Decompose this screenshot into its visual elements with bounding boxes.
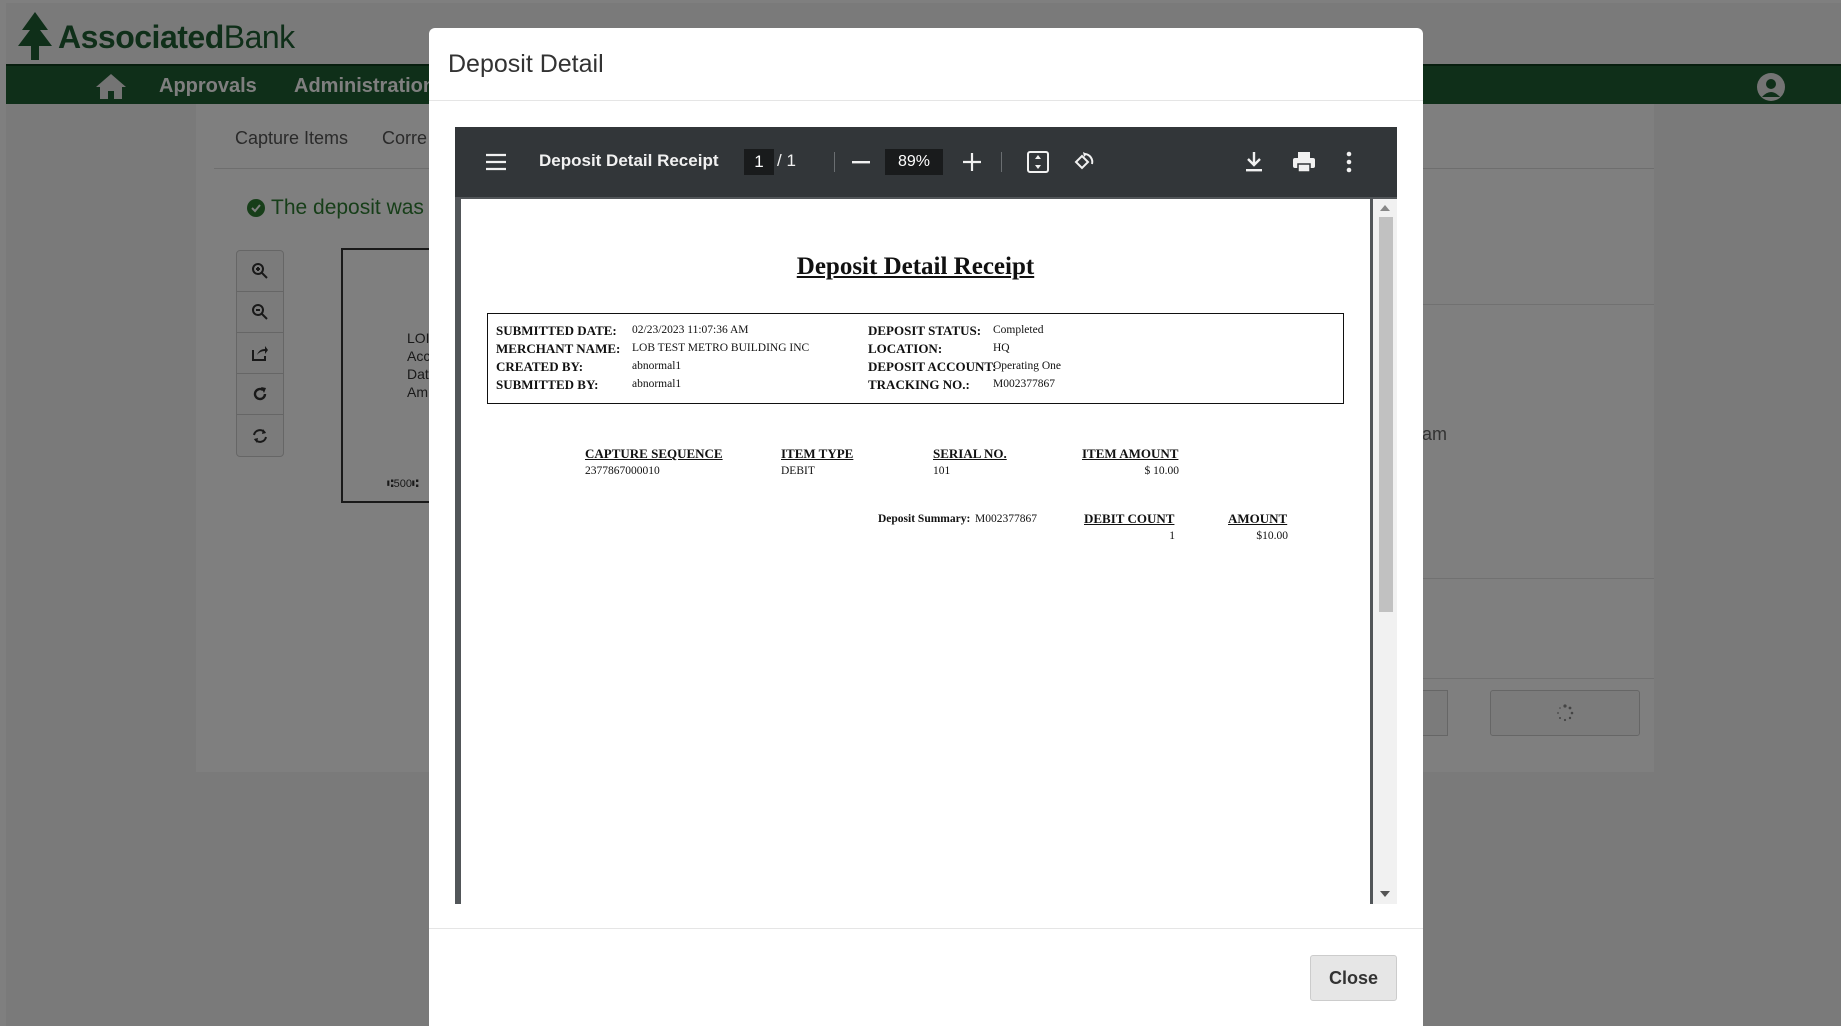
fit-page-icon[interactable] — [1027, 151, 1049, 173]
item-type: DEBIT — [781, 465, 815, 477]
zoom-in-icon[interactable] — [963, 153, 981, 171]
item-amount: $ 10.00 — [1144, 465, 1180, 477]
info-value: LOB TEST METRO BUILDING INC — [632, 342, 810, 354]
summary-tracking-no: M002377867 — [975, 513, 1037, 525]
item-sequence: 2377867000010 — [585, 465, 660, 477]
rotate-icon[interactable] — [1072, 150, 1096, 174]
modal-title: Deposit Detail — [448, 50, 604, 78]
zoom-level-input[interactable]: 89% — [885, 149, 943, 175]
print-icon[interactable] — [1292, 151, 1316, 173]
menu-icon[interactable] — [485, 153, 507, 171]
summary-column-header: DEBIT COUNT — [1084, 511, 1175, 526]
page-total: / 1 — [777, 151, 796, 170]
deposit-info-box: SUBMITTED DATE: 02/23/2023 11:07:36 AM M… — [487, 313, 1344, 404]
info-label: LOCATION: — [868, 341, 943, 356]
zoom-out-icon[interactable] — [852, 161, 870, 164]
info-value: Completed — [993, 324, 1044, 336]
info-label: CREATED BY: — [496, 359, 584, 374]
info-label: SUBMITTED DATE: — [496, 323, 617, 338]
info-label: MERCHANT NAME: — [496, 341, 621, 356]
info-value: Operating One — [993, 360, 1062, 372]
pdf-toolbar: Deposit Detail Receipt 1 / 1 89% — [455, 127, 1397, 197]
page: AssociatedBank Approvals Administration … — [0, 0, 1841, 1026]
deposit-detail-modal: Deposit Detail Deposit Detail Receipt 1 … — [429, 28, 1423, 1026]
items-column-header: ITEM TYPE — [781, 446, 854, 461]
summary-amount: $10.00 — [1256, 530, 1288, 542]
info-value: abnormal1 — [632, 360, 682, 372]
info-label: DEPOSIT STATUS: — [868, 323, 982, 338]
pdf-page: Deposit Detail Receipt SUBMITTED DATE: 0… — [461, 199, 1370, 904]
info-label: SUBMITTED BY: — [496, 377, 599, 392]
info-value: abnormal1 — [632, 378, 682, 390]
modal-footer-divider — [429, 928, 1423, 929]
items-column-header: ITEM AMOUNT — [1082, 446, 1179, 461]
items-column-header: CAPTURE SEQUENCE — [585, 446, 723, 461]
info-value: M002377867 — [993, 378, 1055, 390]
close-button[interactable]: Close — [1310, 955, 1397, 1001]
items-column-header: SERIAL NO. — [933, 446, 1007, 461]
scrollbar-thumb[interactable] — [1379, 217, 1393, 612]
page-number-input[interactable]: 1 — [744, 149, 774, 175]
receipt-title: Deposit Detail Receipt — [796, 253, 1035, 280]
summary-debit-count: 1 — [1169, 530, 1175, 542]
info-label: DEPOSIT ACCOUNT: — [868, 359, 997, 374]
pdf-viewer: Deposit Detail Receipt 1 / 1 89% Deposit… — [455, 127, 1397, 904]
pdf-scrollbar[interactable] — [1373, 199, 1397, 904]
scroll-down-arrow-icon[interactable] — [1380, 891, 1390, 897]
toolbar-separator — [1001, 152, 1002, 172]
modal-header-divider — [429, 100, 1423, 101]
toolbar-separator — [834, 152, 835, 172]
pdf-document-title: Deposit Detail Receipt — [539, 151, 719, 170]
info-value: 02/23/2023 11:07:36 AM — [632, 324, 749, 336]
more-options-icon[interactable] — [1346, 151, 1352, 173]
item-serial: 101 — [933, 465, 951, 477]
scroll-up-arrow-icon[interactable] — [1380, 205, 1390, 211]
summary-column-header: AMOUNT — [1228, 511, 1288, 526]
download-icon[interactable] — [1245, 151, 1263, 173]
summary-label: Deposit Summary: — [878, 513, 971, 525]
info-label: TRACKING NO.: — [868, 377, 970, 392]
info-value: HQ — [993, 342, 1010, 354]
